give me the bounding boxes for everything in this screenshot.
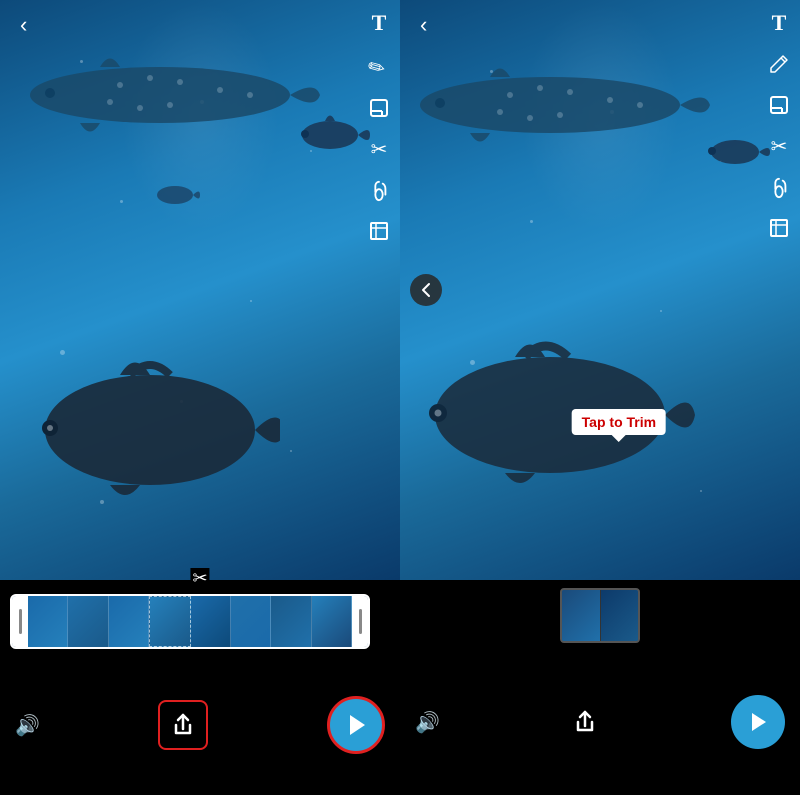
left-toolbar: T ✎ ✂ xyxy=(368,10,390,242)
left-top-nav: ‹ xyxy=(0,0,400,50)
right-link-icon-svg xyxy=(769,177,789,199)
large-fish-svg xyxy=(30,350,280,500)
trim-frame-3 xyxy=(109,596,149,647)
small-fish-svg xyxy=(290,110,370,160)
dot xyxy=(120,200,123,203)
trim-frame-5 xyxy=(191,596,231,647)
trim-frame-8 xyxy=(312,596,352,647)
right-share-icon xyxy=(574,710,596,734)
share-icon xyxy=(172,713,194,737)
right-draw-icon-svg xyxy=(769,54,789,76)
trim-frame-1 xyxy=(28,596,68,647)
trim-frame-7 xyxy=(271,596,311,647)
thumbnail-strip[interactable] xyxy=(560,588,640,643)
right-top-nav: ‹ xyxy=(400,0,800,50)
right-toolbar: T ✂ xyxy=(768,10,790,239)
left-video-bg xyxy=(0,0,400,580)
dot xyxy=(530,220,533,223)
right-scissors-tool-icon[interactable]: ✂ xyxy=(768,134,790,159)
left-panel: ‹ T ✎ ✂ xyxy=(0,0,400,795)
dot xyxy=(100,500,104,504)
left-video-area: ‹ T ✎ ✂ xyxy=(0,0,400,580)
right-video-bg xyxy=(400,0,800,580)
right-draw-tool-icon[interactable] xyxy=(768,54,790,76)
trim-frame-4 xyxy=(149,596,190,647)
crop-icon-svg xyxy=(368,220,390,242)
right-volume-icon[interactable]: 🔊 xyxy=(415,710,440,735)
left-bottom-controls: 🔊 xyxy=(0,655,400,795)
scissors-tool-icon[interactable]: ✂ xyxy=(368,137,390,162)
dot xyxy=(250,300,252,302)
right-bottom-strip xyxy=(400,580,800,649)
right-whale-shark-svg xyxy=(410,60,710,150)
trim-handle-left[interactable] xyxy=(12,596,28,647)
right-small-fish-svg xyxy=(700,130,770,175)
tiny-fish-svg xyxy=(150,180,200,210)
sticker-icon-svg xyxy=(368,97,390,119)
thumb-frame-1 xyxy=(562,590,600,641)
text-tool-icon[interactable]: T xyxy=(368,10,390,36)
right-crop-icon-svg xyxy=(768,217,790,239)
link-tool-icon[interactable] xyxy=(368,180,390,202)
link-icon-svg xyxy=(369,180,389,202)
scissors-above-strip: ✂ xyxy=(190,568,209,589)
share-button[interactable] xyxy=(158,700,208,750)
right-bottom-controls: 🔊 xyxy=(400,649,800,795)
trim-handle-right-inner xyxy=(359,609,362,634)
crop-tool-icon[interactable] xyxy=(368,220,390,242)
right-sticker-tool-icon[interactable] xyxy=(768,94,790,116)
volume-icon[interactable]: 🔊 xyxy=(15,713,40,738)
right-share-button[interactable] xyxy=(565,702,605,742)
trim-handle-left-inner xyxy=(19,609,22,634)
sticker-tool-icon[interactable] xyxy=(368,97,390,119)
right-back-button[interactable]: ‹ xyxy=(415,7,432,43)
trim-frame-6 xyxy=(231,596,271,647)
trim-strip-area: ✂ xyxy=(0,580,400,655)
dot xyxy=(660,310,662,312)
dot xyxy=(700,490,702,492)
right-play-icon xyxy=(748,711,768,733)
right-crop-tool-icon[interactable] xyxy=(768,217,790,239)
right-text-tool-icon[interactable]: T xyxy=(768,10,790,36)
trim-frames xyxy=(28,596,352,647)
right-link-tool-icon[interactable] xyxy=(768,177,790,199)
right-play-button[interactable] xyxy=(731,695,785,749)
trim-handle-right[interactable] xyxy=(352,596,368,647)
dot xyxy=(290,450,292,452)
right-video-area: ‹ T ✂ xyxy=(400,0,800,580)
tap-to-trim-tooltip: Tap to Trim xyxy=(572,409,666,435)
chevron-left-button[interactable] xyxy=(410,274,442,306)
play-icon xyxy=(345,713,367,737)
thumb-frame-2 xyxy=(600,590,639,641)
trim-frame-2 xyxy=(68,596,108,647)
left-back-button[interactable]: ‹ xyxy=(15,7,32,43)
right-panel: ‹ T ✂ xyxy=(400,0,800,795)
play-button[interactable] xyxy=(327,696,385,754)
whale-shark-svg xyxy=(20,50,320,140)
chevron-left-icon xyxy=(421,282,431,298)
right-sticker-icon-svg xyxy=(768,94,790,116)
trim-strip[interactable] xyxy=(10,594,370,649)
